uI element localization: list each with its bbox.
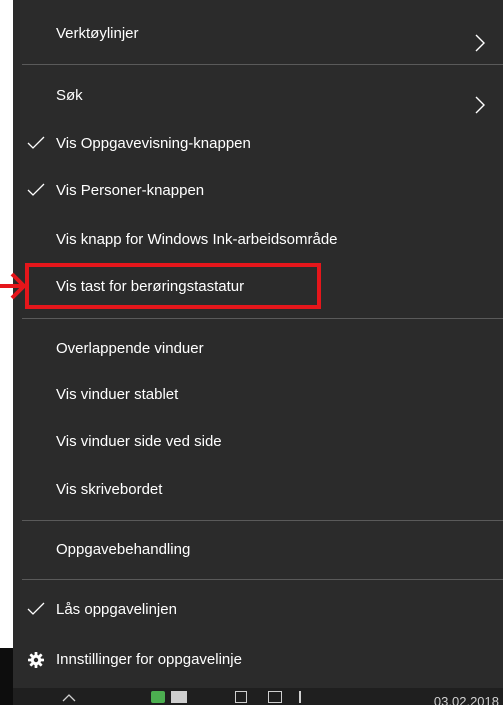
menu-separator: [22, 318, 503, 319]
checkmark-icon: [27, 168, 47, 214]
taskbar: 03.02.2018: [13, 688, 503, 705]
menu-separator: [22, 64, 503, 65]
tray-app-icon[interactable]: [171, 691, 187, 703]
checkmark-icon: [27, 587, 47, 633]
chevron-right-icon: [475, 87, 485, 114]
menu-item-label: Vis vinduer side ved side: [56, 433, 222, 450]
volume-icon[interactable]: [299, 691, 315, 703]
menu-item-label: Lås oppgavelinjen: [56, 601, 177, 618]
desktop-edge: [0, 648, 13, 705]
annotation-arrow-icon: [0, 272, 27, 300]
menu-separator: [22, 520, 503, 521]
taskbar-date[interactable]: 03.02.2018: [434, 695, 499, 705]
network-icon[interactable]: [268, 691, 282, 703]
menu-item-toolbars[interactable]: Verktøylinjer: [13, 11, 503, 57]
chevron-right-icon: [475, 25, 485, 52]
chevron-up-icon[interactable]: [61, 691, 77, 703]
menu-item-search[interactable]: Søk: [13, 73, 503, 119]
menu-item-label: Vis knapp for Windows Ink-arbeidsområde: [56, 231, 338, 248]
gear-icon: [27, 637, 47, 683]
menu-item-label: Vis skrivebordet: [56, 481, 163, 498]
menu-item-label: Oppgavebehandling: [56, 541, 191, 558]
menu-item-label: Innstillinger for oppgavelinje: [56, 651, 242, 668]
menu-item-label: Vis Personer-knappen: [56, 182, 205, 199]
menu-item-show-people[interactable]: Vis Personer-knappen: [13, 168, 503, 214]
menu-item-lock-taskbar[interactable]: Lås oppgavelinjen: [13, 587, 503, 633]
menu-item-label: Vis vinduer stablet: [56, 386, 179, 403]
tray-app-icon[interactable]: [151, 691, 165, 703]
annotation-highlight-box: [25, 263, 321, 309]
menu-item-stack-windows[interactable]: Vis vinduer stablet: [13, 372, 503, 418]
menu-item-taskbar-settings[interactable]: Innstillinger for oppgavelinje: [13, 637, 503, 683]
checkmark-icon: [27, 121, 47, 167]
menu-item-label: Vis Oppgavevisning-knappen: [56, 135, 251, 152]
menu-item-task-manager[interactable]: Oppgavebehandling: [13, 527, 503, 573]
menu-item-label: Overlappende vinduer: [56, 340, 204, 357]
menu-item-side-by-side-windows[interactable]: Vis vinduer side ved side: [13, 419, 503, 465]
menu-item-label: Søk: [56, 87, 83, 104]
menu-item-label: Verktøylinjer: [56, 25, 139, 42]
menu-item-show-desktop[interactable]: Vis skrivebordet: [13, 467, 503, 513]
menu-separator: [22, 579, 503, 580]
menu-item-cascade-windows[interactable]: Overlappende vinduer: [13, 326, 503, 372]
taskbar-context-menu: Verktøylinjer Søk Vis Oppgavevisning-kna…: [13, 0, 503, 705]
menu-item-show-windows-ink[interactable]: Vis knapp for Windows Ink-arbeidsområde: [13, 217, 503, 263]
menu-item-show-task-view[interactable]: Vis Oppgavevisning-knappen: [13, 121, 503, 167]
battery-icon[interactable]: [235, 691, 247, 703]
